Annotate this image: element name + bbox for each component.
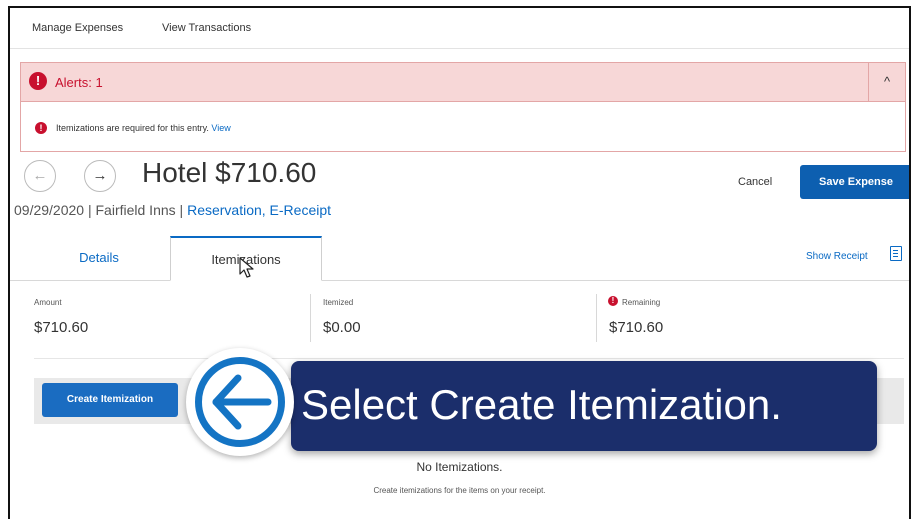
separator: |	[179, 202, 184, 218]
tab-details[interactable]: Details	[28, 236, 170, 280]
create-itemization-button[interactable]: Create Itemization	[42, 383, 178, 417]
alert-message-text: Itemizations are required for this entry…	[56, 123, 209, 133]
arrow-left-icon[interactable]: ←	[24, 160, 56, 192]
expense-subline: 09/29/2020 | Fairfield Inns | Reservatio…	[14, 202, 331, 218]
page-title: Hotel $710.60	[142, 157, 317, 188]
arrow-right-icon[interactable]: →	[84, 160, 116, 192]
empty-state-title: No Itemizations.	[416, 460, 503, 474]
alert-icon: !	[29, 72, 47, 90]
amount-label: Amount	[34, 298, 62, 307]
expense-vendor: Fairfield Inns	[95, 202, 176, 218]
nav-view-transactions[interactable]: View Transactions	[162, 22, 251, 34]
expense-date: 09/29/2020	[14, 202, 85, 218]
remaining-label: Remaining	[622, 298, 661, 307]
alerts-header[interactable]: ! Alerts: 1 ^	[21, 63, 905, 102]
receipt-types-link[interactable]: Reservation, E-Receipt	[187, 202, 331, 218]
alerts-panel: ! Alerts: 1 ^ ! Itemizations are require…	[20, 62, 906, 152]
save-expense-button[interactable]: Save Expense	[800, 165, 909, 199]
mouse-cursor-icon	[239, 257, 254, 278]
divider	[596, 294, 597, 342]
chevron-up-icon[interactable]: ^	[868, 63, 905, 101]
itemized-value: $0.00	[323, 319, 361, 336]
alert-icon: !	[35, 122, 47, 134]
alert-view-link[interactable]: View	[211, 123, 230, 133]
nav-manage-expenses[interactable]: Manage Expenses	[32, 22, 123, 34]
amount-value: $710.60	[34, 319, 89, 336]
alert-message: Itemizations are required for this entry…	[56, 123, 231, 133]
instruction-banner: Select Create Itemization.	[291, 361, 877, 451]
app-frame: Manage Expenses View Transactions ! Aler…	[8, 6, 911, 519]
tab-bar: Details Itemizations	[10, 236, 909, 281]
top-nav: Manage Expenses View Transactions	[10, 8, 909, 49]
separator: |	[87, 202, 92, 218]
cancel-button[interactable]: Cancel	[738, 176, 772, 188]
show-receipt-link[interactable]: Show Receipt	[806, 251, 868, 262]
itemized-label: Itemized	[323, 298, 354, 307]
receipt-icon[interactable]	[890, 246, 902, 261]
pointer-badge	[186, 348, 294, 456]
alerts-title: Alerts: 1	[55, 75, 103, 90]
divider	[34, 358, 904, 359]
remaining-value: $710.60	[609, 319, 664, 336]
alert-icon: !	[608, 296, 618, 306]
arrow-left-icon	[212, 374, 272, 430]
divider	[310, 294, 311, 342]
empty-state-subtitle: Create itemizations for the items on you…	[373, 486, 546, 495]
instruction-text: Select Create Itemization.	[301, 381, 782, 428]
